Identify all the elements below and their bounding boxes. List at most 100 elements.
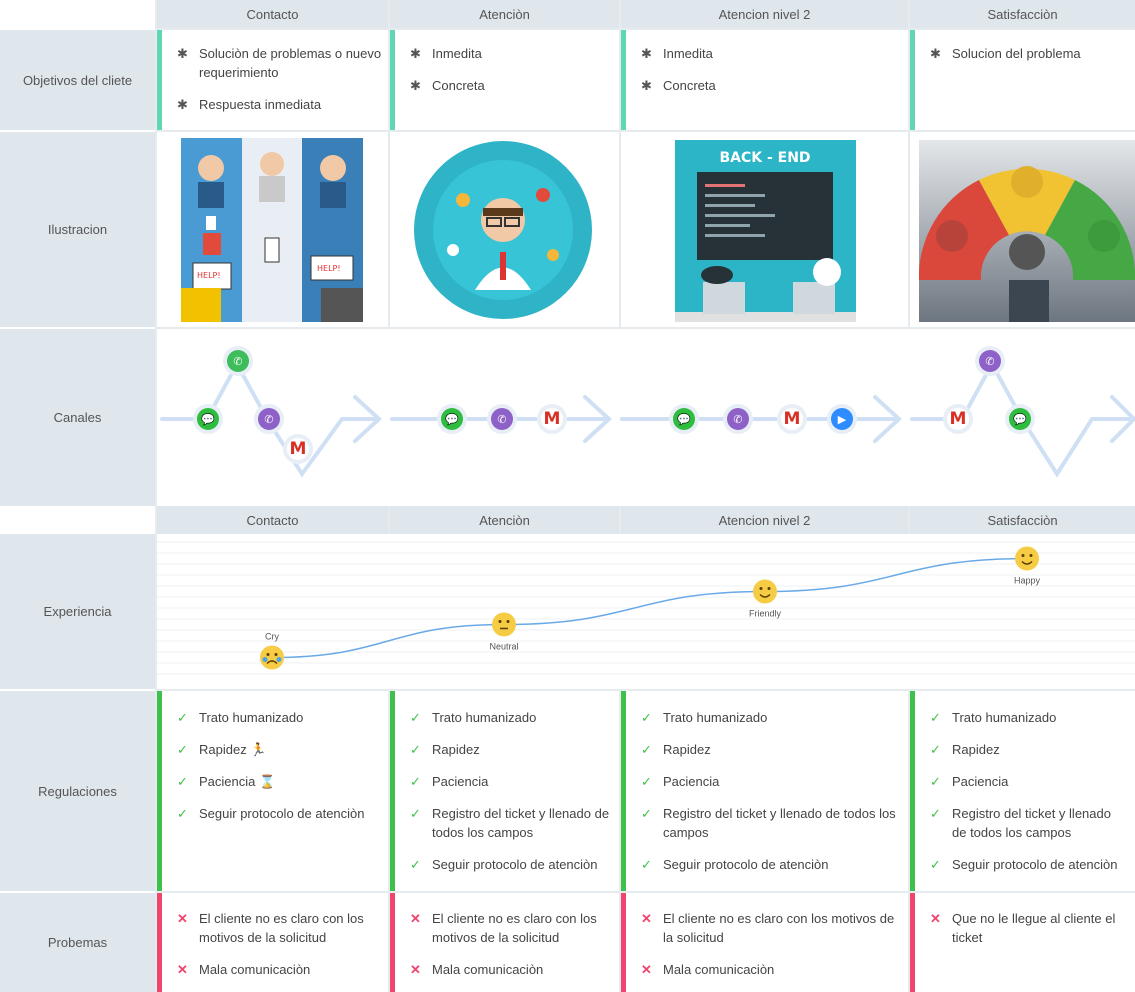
experience-line-chart: Cry Neutral Friendly Happy xyxy=(157,541,1135,675)
gmail-icon: M xyxy=(283,434,313,464)
objetivo-item: ✱ Concreta xyxy=(641,76,908,95)
contact-center-illustration: HELP! HELP! xyxy=(181,138,363,322)
regulacion-item: ✓ Trato humanizado xyxy=(930,708,1129,727)
regulacion-item-text: Rapidez 🏃 xyxy=(199,742,267,757)
problema-item-text: El cliente no es claro con los motivos d… xyxy=(663,911,895,945)
regulacion-item-text: Seguir protocolo de atenciòn xyxy=(432,857,598,872)
wechat-glyph: 💬 xyxy=(441,408,463,430)
gmail-glyph: M xyxy=(541,408,563,430)
regulacion-item-text: Registro del ticket y llenado de todos l… xyxy=(952,806,1111,840)
problema-item-text: Que no le llegue al cliente el ticket xyxy=(952,911,1116,945)
regulaciones-list: ✓ Trato humanizado ✓ Rapidez ✓ Paciencia ✓ Regi… xyxy=(641,708,902,874)
wechat-icon: 💬 xyxy=(193,404,223,434)
regulacion-item: ✓ Paciencia xyxy=(930,772,1129,791)
whatsapp-glyph: ✆ xyxy=(227,350,249,372)
regulaciones-cell: ✓ Trato humanizado ✓ Rapidez 🏃 ✓ Paciencia ⌛ ✓… xyxy=(157,691,388,891)
regulacion-item-text: Seguir protocolo de atenciòn xyxy=(663,857,829,872)
stage-header-satisfaccion: Satisfacciòn xyxy=(910,0,1135,28)
objetivos-cell: ✱ Soluciòn de problemas o nuevo requerimi… xyxy=(157,30,388,130)
problema-item: ✕ El cliente no es claro con los motivos … xyxy=(641,909,902,947)
problema-item-text: El cliente no es claro con los motivos d… xyxy=(199,911,364,945)
problema-item: ✕ El cliente no es claro con los motivos … xyxy=(410,909,613,947)
regulacion-item-text: Registro del ticket y llenado de todos l… xyxy=(663,806,896,840)
regulacion-item: ✓ Registro del ticket y llenado de todos … xyxy=(410,804,613,842)
objetivo-item: ✱ Concreta xyxy=(410,76,619,95)
stage-label: Contacto xyxy=(246,6,299,22)
illustration-backend: BACK - END xyxy=(675,140,856,322)
regulaciones-cell: ✓ Trato humanizado ✓ Rapidez ✓ Paciencia ✓ Regi… xyxy=(910,691,1135,891)
objetivo-item-text: Inmedita xyxy=(663,46,713,61)
stage-label: Atencion nivel 2 xyxy=(718,512,811,528)
illustration-satisfaccion xyxy=(919,140,1135,322)
regulacion-item: ✓ Paciencia xyxy=(641,772,902,791)
regulacion-item-text: Paciencia xyxy=(663,774,720,789)
row-label-objetivos: Objetivos del cliete xyxy=(0,30,155,130)
problema-item: ✕ Mala comunicaciòn xyxy=(641,960,902,979)
gmail-icon: M xyxy=(777,404,807,434)
stage-label: Satisfacciòn xyxy=(987,512,1058,528)
stage-label: Contacto xyxy=(246,512,299,528)
wechat-glyph: 💬 xyxy=(673,408,695,430)
gmail-icon: M xyxy=(537,404,567,434)
stage-header-atencion-nivel-2-2: Atencion nivel 2 xyxy=(621,506,908,534)
check-icon: ✓ xyxy=(930,742,941,757)
problema-item: ✕ Que no le llegue al cliente el ticket xyxy=(930,909,1129,947)
row-label-text: Regulaciones xyxy=(38,783,117,799)
check-icon: ✓ xyxy=(641,742,652,757)
regulacion-item-text: Trato humanizado xyxy=(952,710,1057,725)
whatsapp-icon: ✆ xyxy=(223,346,253,376)
check-icon: ✓ xyxy=(177,806,188,821)
regulacion-item: ✓ Trato humanizado xyxy=(177,708,382,727)
stage-label: Satisfacciòn xyxy=(987,6,1058,22)
stage-header-contacto: Contacto xyxy=(157,0,388,28)
problema-item: ✕ Mala comunicaciòn xyxy=(410,960,613,979)
check-icon: ✓ xyxy=(410,857,421,872)
wechat-icon: 💬 xyxy=(669,404,699,434)
row-label-text: Experiencia xyxy=(43,604,112,619)
stage-header-contacto-2: Contacto xyxy=(157,506,388,534)
asterisk-icon: ✱ xyxy=(410,78,421,93)
illustration-atencion xyxy=(413,140,593,320)
gmail-glyph: M xyxy=(287,438,309,460)
emotion-label: Friendly xyxy=(749,609,782,619)
asterisk-icon: ✱ xyxy=(177,97,188,112)
row-label-text: Probemas xyxy=(47,935,108,950)
asterisk-icon: ✱ xyxy=(930,46,941,61)
viber-glyph: ✆ xyxy=(727,408,749,430)
regulaciones-cell: ✓ Trato humanizado ✓ Rapidez ✓ Paciencia ✓ Regi… xyxy=(390,691,619,891)
problemas-list: ✕ Que no le llegue al cliente el ticket xyxy=(930,909,1129,947)
check-icon: ✓ xyxy=(930,710,941,725)
objetivo-item-text: Concreta xyxy=(432,78,485,93)
check-icon: ✓ xyxy=(930,774,941,789)
regulacion-item: ✓ Paciencia ⌛ xyxy=(177,772,382,791)
problema-item-text: El cliente no es claro con los motivos d… xyxy=(432,911,597,945)
check-icon: ✓ xyxy=(410,710,421,725)
regulacion-item-text: Rapidez xyxy=(432,742,480,757)
emotion-happy-icon xyxy=(1015,546,1039,571)
cross-icon: ✕ xyxy=(177,911,188,926)
problema-item: ✕ Mala comunicaciòn xyxy=(177,960,382,979)
stage-label: Atenciòn xyxy=(479,512,530,528)
regulacion-item-text: Seguir protocolo de atenciòn xyxy=(952,857,1118,872)
viber-glyph: ✆ xyxy=(258,408,280,430)
objetivo-item: ✱ Inmedita xyxy=(641,44,908,63)
objetivos-cell: ✱ Inmedita ✱ Concreta xyxy=(390,30,619,130)
objetivo-item: ✱ Respuesta inmediata xyxy=(177,95,388,114)
row-label-canales: Canales xyxy=(0,329,155,506)
objetivo-item-text: Soluciòn de problemas o nuevo requerimie… xyxy=(199,46,382,80)
check-icon: ✓ xyxy=(177,742,188,757)
check-icon: ✓ xyxy=(177,710,188,725)
problemas-cell: ✕ El cliente no es claro con los motivos … xyxy=(621,893,908,992)
backend-illustration: BACK - END xyxy=(675,140,856,322)
cross-icon: ✕ xyxy=(410,962,421,977)
cross-icon: ✕ xyxy=(641,962,652,977)
regulacion-item: ✓ Registro del ticket y llenado de todos … xyxy=(641,804,902,842)
regulacion-item: ✓ Seguir protocolo de atenciòn xyxy=(177,804,382,823)
viber-glyph: ✆ xyxy=(979,350,1001,372)
objetivos-cell: ✱ Inmedita ✱ Concreta xyxy=(621,30,908,130)
objetivo-item-text: Solucion del problema xyxy=(952,46,1081,61)
objetivo-item: ✱ Solucion del problema xyxy=(930,44,1135,63)
gmail-glyph: M xyxy=(947,408,969,430)
regulacion-item-text: Registro del ticket y llenado de todos l… xyxy=(432,806,610,840)
check-icon: ✓ xyxy=(410,774,421,789)
